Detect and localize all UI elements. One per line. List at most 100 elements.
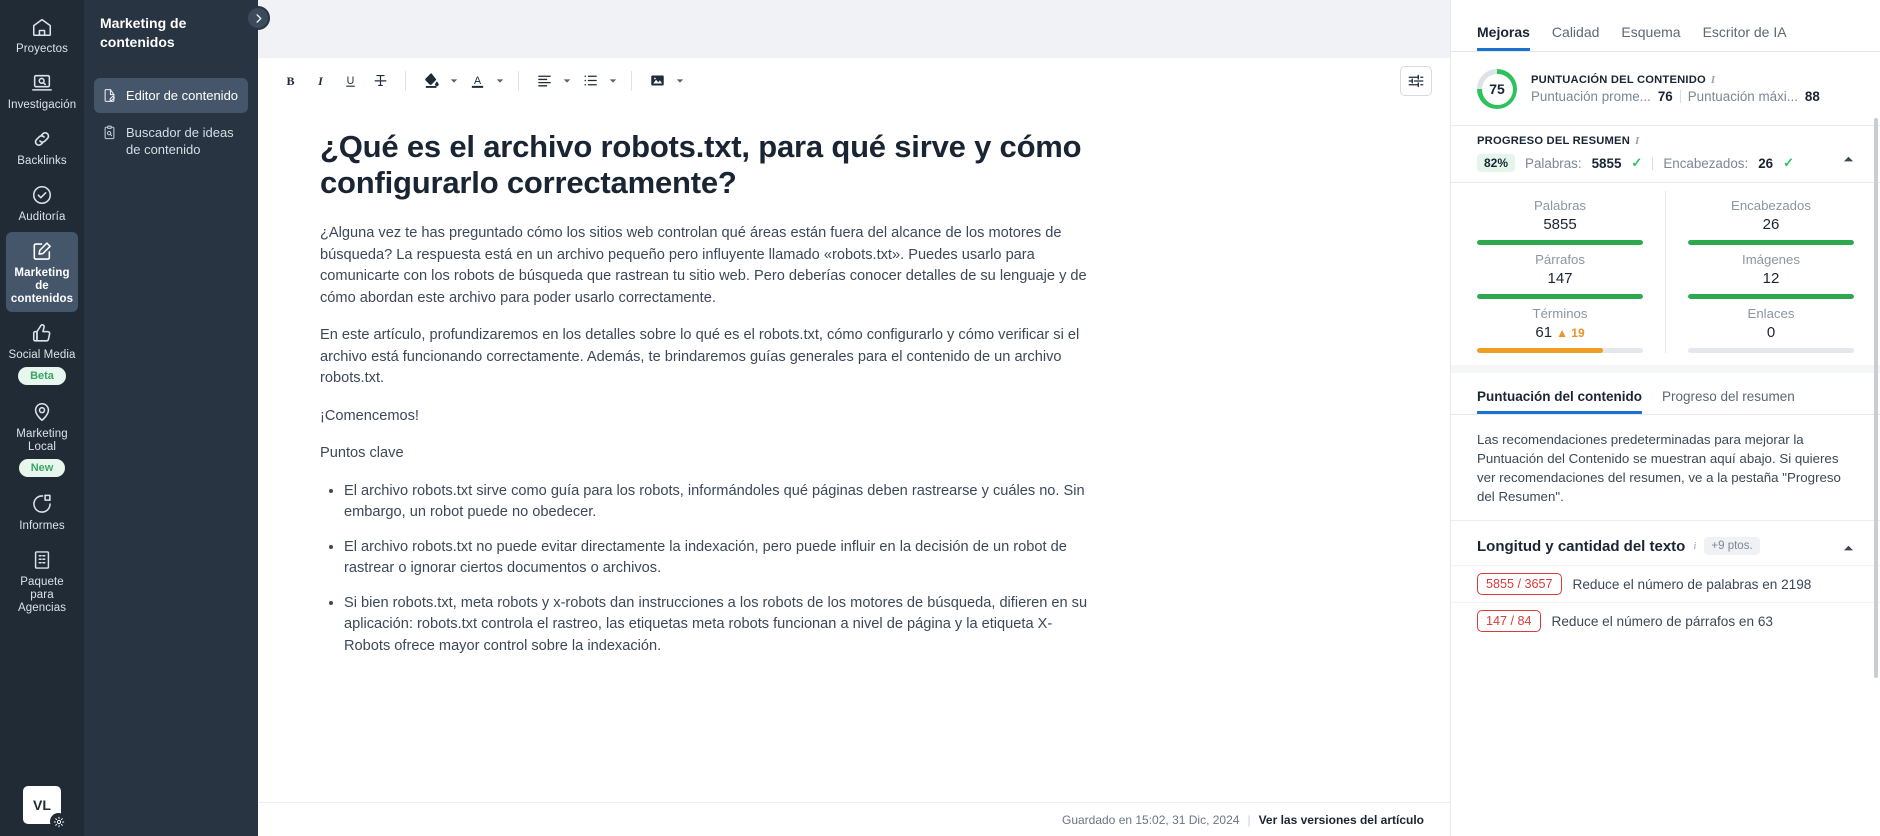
document-bullet-list: El archivo robots.txt sirve como guía pa…	[320, 481, 1088, 658]
tab-esquema[interactable]: Esquema	[1621, 24, 1680, 51]
list-button[interactable]	[576, 67, 604, 95]
sidebar-item-label: Buscador de ideas de contenido	[126, 125, 234, 157]
sidebar-item-label: Editor de contenido	[126, 88, 239, 103]
text-color-icon: A	[471, 75, 483, 88]
document-body[interactable]: ¿Qué es el archivo robots.txt, para qué …	[258, 103, 1258, 710]
subtab-progreso-del-resumen[interactable]: Progreso del resumen	[1662, 389, 1795, 414]
metric-label: Palabras	[1533, 198, 1587, 213]
document-paragraph[interactable]: ¡Comencemos!	[320, 406, 1088, 428]
document-paragraph[interactable]: Puntos clave	[320, 443, 1088, 465]
metric-bar	[1477, 348, 1643, 353]
secondary-sidebar-title: Marketing de contenidos	[100, 15, 187, 50]
tab-calidad[interactable]: Calidad	[1552, 24, 1599, 51]
sidebar-item-investigacion[interactable]: Investigación	[6, 64, 78, 118]
sidebar-item-social-media[interactable]: Social Media Beta	[6, 314, 78, 391]
score-divider	[1679, 90, 1681, 103]
sidebar-item-editor-de-contenido[interactable]: Editor de contenido	[94, 78, 248, 113]
text-color-caret[interactable]	[493, 68, 507, 94]
recommendation-pill: 5855 / 3657	[1477, 573, 1562, 595]
sidebar-item-label: Proyectos	[15, 43, 69, 55]
image-icon	[650, 75, 664, 86]
document-paragraph[interactable]: ¿Alguna vez te has preguntado cómo los s…	[320, 223, 1088, 309]
info-icon[interactable]: i	[1711, 74, 1715, 86]
info-icon[interactable]: i	[1693, 540, 1696, 552]
recommendation-collapse-toggle[interactable]	[1843, 541, 1854, 559]
metric-value: 61 ▲ 19	[1535, 324, 1585, 341]
document-pencil-icon	[104, 89, 115, 102]
gear-icon[interactable]	[50, 813, 67, 830]
metric-value: 12	[1762, 270, 1780, 287]
recommendation-text: Reduce el número de palabras en 2198	[1572, 576, 1812, 592]
recommendation-row[interactable]: 147 / 84 Reduce el número de párrafos en…	[1451, 602, 1880, 639]
metric-label: Encabezados	[1731, 198, 1811, 213]
tab-mejoras[interactable]: Mejoras	[1477, 24, 1530, 51]
list-item[interactable]: El archivo robots.txt no puede evitar di…	[344, 537, 1088, 580]
info-icon[interactable]: i	[1635, 135, 1639, 147]
recommendation-group-title: Longitud y cantidad del texto	[1477, 537, 1686, 555]
document-paragraph[interactable]: En este artículo, profundizaremos en los…	[320, 325, 1088, 390]
bold-icon: B	[286, 74, 294, 88]
check-icon: ✓	[1783, 155, 1794, 170]
list-item[interactable]: El archivo robots.txt sirve como guía pa…	[344, 481, 1088, 524]
bulleted-list-icon	[583, 75, 597, 86]
italic-button[interactable]: I	[306, 67, 334, 95]
sidebar-item-label: Informes	[19, 520, 65, 532]
sidebar-item-marketing-local[interactable]: Marketing Local New	[6, 393, 78, 483]
recommendation-row[interactable]: 5855 / 3657 Reduce el número de palabras…	[1451, 565, 1880, 602]
status-divider: |	[1247, 812, 1251, 827]
editor-settings-button[interactable]	[1400, 65, 1432, 96]
chevron-down-icon	[609, 78, 617, 83]
list-caret[interactable]	[606, 68, 620, 94]
metrics-column-left: Palabras 5855 Párrafos 147 Términos 61 ▲…	[1477, 191, 1665, 353]
sidebar-item-backlinks[interactable]: Backlinks	[6, 120, 78, 174]
sidebar-item-auditoria[interactable]: Auditoría	[6, 176, 78, 230]
summary-progress-caption: PROGRESO DEL RESUMEN i	[1477, 135, 1854, 147]
summary-progress-percent: 82%	[1477, 154, 1516, 172]
sidebar-item-label: Backlinks	[17, 155, 67, 167]
sidebar-item-paquete-para-agencias[interactable]: Paquete para Agencias	[6, 541, 78, 621]
metric-delta: ▲ 19	[1556, 325, 1585, 340]
strikethrough-button[interactable]	[366, 67, 394, 95]
sidebar-item-informes[interactable]: Informes	[6, 485, 78, 539]
bold-button[interactable]: B	[276, 67, 304, 95]
content-score-caption: PUNTUACIÓN DEL CONTENIDO i	[1531, 74, 1820, 86]
align-button[interactable]	[530, 67, 558, 95]
recommendation-subtabs: Puntuación del contenido Progreso del re…	[1451, 365, 1880, 415]
highlight-color-button[interactable]	[417, 67, 445, 95]
insights-scrollbar[interactable]	[1874, 118, 1878, 678]
map-pin-icon	[31, 401, 53, 423]
svg-text:B: B	[286, 74, 294, 88]
document-scroll-area[interactable]: ¿Qué es el archivo robots.txt, para qué …	[258, 103, 1450, 836]
summary-headings-label: Encabezados:	[1663, 155, 1749, 171]
sidebar-item-marketing-de-contenidos[interactable]: Marketing de contenidos	[6, 232, 78, 312]
align-caret[interactable]	[560, 68, 574, 94]
sidebar-item-label: Investigación	[7, 99, 77, 111]
editor-top-strip	[258, 0, 1450, 58]
recommendation-group-header[interactable]: Longitud y cantidad del texto i +9 ptos.	[1451, 521, 1880, 565]
list-item[interactable]: Si bien robots.txt, meta robots y x-robo…	[344, 593, 1088, 658]
underline-button[interactable]: U	[336, 67, 364, 95]
sidebar-item-label: Paquete para Agencias	[17, 576, 67, 614]
text-color-button[interactable]: A	[463, 67, 491, 95]
tab-escritor-de-ia[interactable]: Escritor de IA	[1703, 24, 1787, 51]
max-score-value: 88	[1804, 89, 1820, 104]
content-editor: B I U A ¿Qué es el archivo robots.txt, p…	[258, 0, 1450, 836]
image-caret[interactable]	[673, 68, 687, 94]
article-versions-link[interactable]: Ver las versiones del artículo	[1259, 813, 1424, 827]
subtab-puntuacion-del-contenido[interactable]: Puntuación del contenido	[1477, 389, 1642, 414]
avatar[interactable]: VL	[23, 786, 67, 830]
chevron-up-icon	[1843, 545, 1854, 551]
toolbar-divider	[631, 70, 632, 91]
highlight-color-caret[interactable]	[447, 68, 461, 94]
document-title[interactable]: ¿Qué es el archivo robots.txt, para qué …	[320, 129, 1088, 201]
sidebar-collapse-toggle[interactable]	[246, 6, 270, 30]
recommendation-pill: 147 / 84	[1477, 610, 1541, 632]
secondary-sidebar: Marketing de contenidos Editor de conten…	[84, 0, 270, 836]
image-button[interactable]	[643, 67, 671, 95]
summary-progress-collapse-toggle[interactable]	[1843, 152, 1854, 170]
sidebar-item-proyectos[interactable]: Proyectos	[6, 8, 78, 62]
clipboard-search-icon	[104, 125, 115, 140]
sidebar-item-buscador-de-ideas-de-contenido[interactable]: Buscador de ideas de contenido	[94, 115, 248, 167]
recommendation-points-badge: +9 ptos.	[1704, 537, 1760, 555]
summary-progress-line: 82% Palabras: 5855 ✓ Encabezados: 26 ✓	[1477, 154, 1854, 172]
